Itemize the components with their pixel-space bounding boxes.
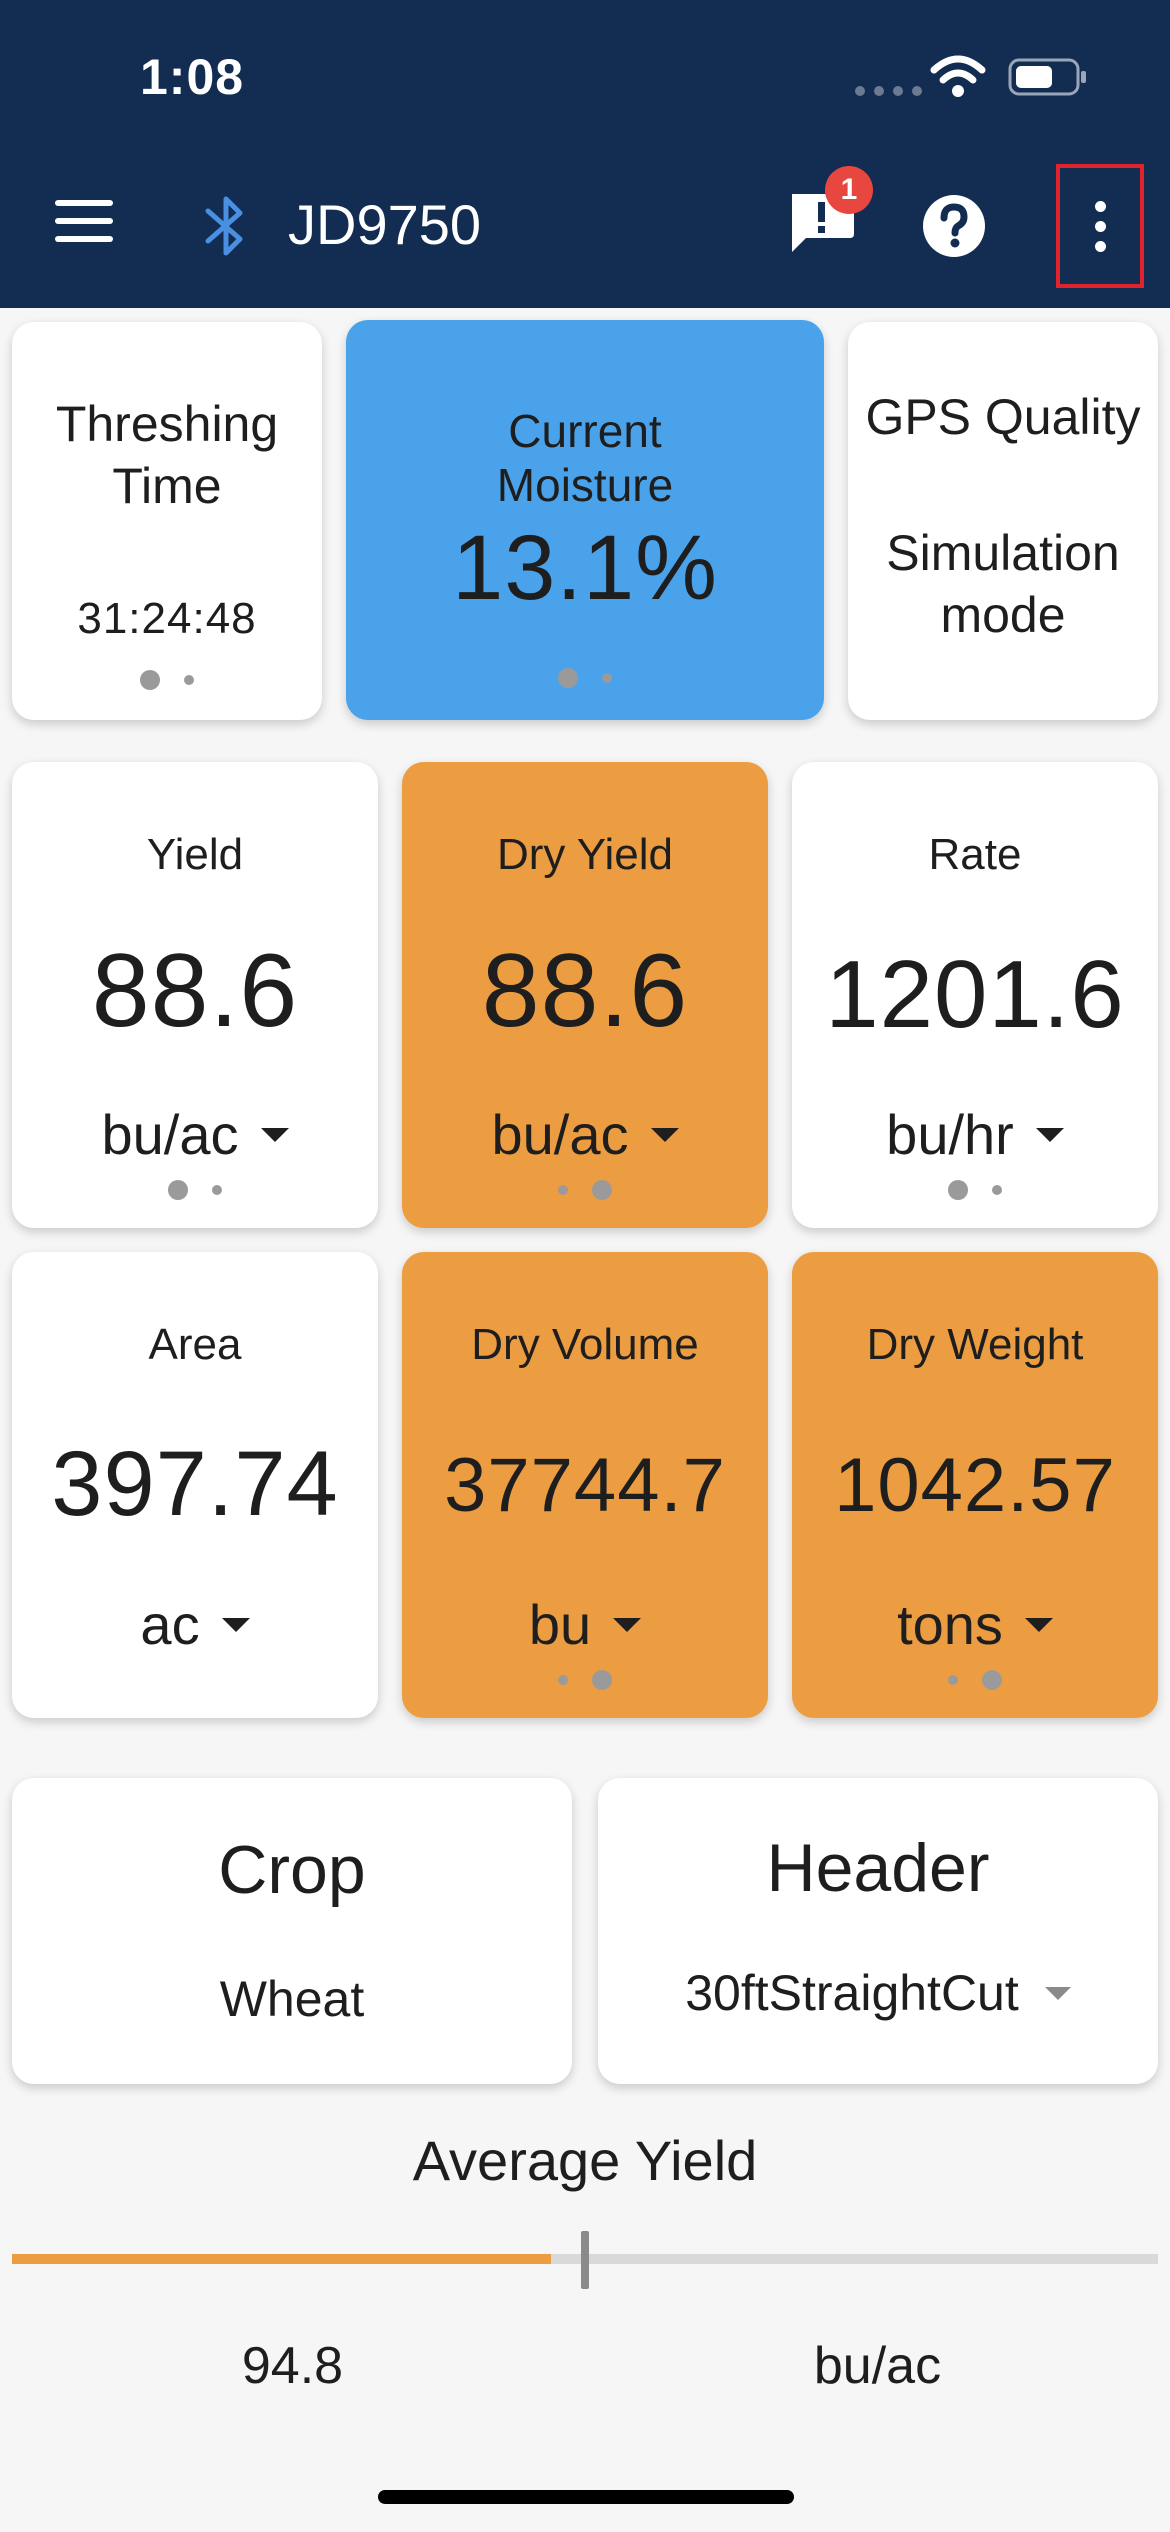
header-dropdown[interactable]: 30ftStraightCut [598,1964,1158,2022]
rate-value: 1201.6 [825,941,1125,1048]
dry-weight-unit: tons [897,1593,1003,1656]
average-yield-title: Average Yield [412,2129,758,2192]
dry-volume-title: Dry Volume [471,1320,699,1369]
card-pager [12,1180,378,1200]
rate-title: Rate [928,830,1022,879]
dry-volume-value: 37744.7 [444,1443,726,1528]
crop-card[interactable]: Crop Wheat [12,1778,572,2084]
yield-value: 88.6 [91,933,299,1049]
dry-yield-card[interactable]: Dry Yield 88.6 bu/ac [402,762,768,1228]
help-icon[interactable] [922,194,986,258]
caret-down-icon [650,1127,679,1142]
dry-volume-unit-dropdown[interactable]: bu [402,1592,768,1657]
dry-yield-unit: bu/ac [491,1103,629,1166]
status-time: 1:08 [140,49,245,105]
home-indicator[interactable] [378,2490,794,2504]
yield-title: Yield [146,830,244,879]
cellular-signal-icon [855,86,922,96]
crop-title: Crop [218,1832,366,1908]
more-options-button[interactable] [1056,164,1144,288]
average-yield-value: 94.8 [241,2337,344,2395]
gps-title: GPS Quality [865,389,1141,445]
bluetooth-icon [205,196,243,256]
card-pager [402,1180,768,1200]
app-bar: 1:08 JD9750 1 [0,0,1170,308]
threshing-title-line2: Time [112,458,222,514]
card-pager [792,1180,1158,1200]
caret-down-icon [1044,1986,1071,2000]
dry-volume-card[interactable]: Dry Volume 37744.7 bu [402,1252,768,1718]
yield-unit-dropdown[interactable]: bu/ac [12,1102,378,1167]
average-yield-unit: bu/ac [813,2337,942,2395]
rate-unit: bu/hr [886,1103,1014,1166]
card-pager [12,670,322,690]
caret-down-icon [1035,1127,1064,1142]
dry-weight-unit-dropdown[interactable]: tons [792,1592,1158,1657]
battery-icon [1008,58,1086,96]
area-value: 397.74 [51,1433,339,1535]
card-pager [346,668,824,688]
dry-weight-title: Dry Weight [866,1320,1084,1369]
card-pager [402,1670,768,1690]
slider-fill [12,2254,551,2264]
area-title: Area [148,1320,242,1369]
area-unit: ac [140,1593,200,1656]
dry-volume-unit: bu [528,1593,592,1656]
device-name[interactable]: JD9750 [288,192,481,257]
moisture-value: 13.1% [452,517,718,619]
dry-yield-title: Dry Yield [496,830,674,879]
moisture-title-line1: Current [508,405,662,457]
rate-unit-dropdown[interactable]: bu/hr [792,1102,1158,1167]
more-vert-icon [1094,200,1106,212]
dry-weight-value: 1042.57 [834,1443,1116,1528]
threshing-time-value: 31:24:48 [77,594,257,643]
card-pager [792,1670,1158,1690]
caret-down-icon [260,1127,289,1142]
slider-thumb[interactable] [581,2231,589,2289]
moisture-title-line2: Moisture [496,459,674,511]
caret-down-icon [221,1617,250,1632]
caret-down-icon [1024,1617,1053,1632]
header-title: Header [766,1830,990,1906]
header-value: 30ftStraightCut [685,1965,1019,2021]
wifi-icon [930,55,986,97]
dry-yield-value: 88.6 [481,933,689,1049]
threshing-title-line1: Threshing [55,396,279,452]
area-unit-dropdown[interactable]: ac [12,1592,378,1657]
yield-card[interactable]: Yield 88.6 bu/ac [12,762,378,1228]
current-moisture-card[interactable]: Current Moisture 13.1% [346,320,824,720]
area-card[interactable]: Area 397.74 ac [12,1252,378,1718]
menu-icon[interactable] [55,200,113,242]
rate-card[interactable]: Rate 1201.6 bu/hr [792,762,1158,1228]
crop-value: Wheat [219,1971,365,2027]
dry-yield-unit-dropdown[interactable]: bu/ac [402,1102,768,1167]
header-card[interactable]: Header 30ftStraightCut [598,1778,1158,2084]
caret-down-icon [613,1617,642,1632]
alert-count-badge: 1 [825,166,873,214]
dry-weight-card[interactable]: Dry Weight 1042.57 tons [792,1252,1158,1718]
gps-value-line1: Simulation [886,525,1120,581]
gps-value-line2: mode [940,587,1066,643]
threshing-time-card[interactable]: Threshing Time 31:24:48 [12,322,322,720]
yield-unit: bu/ac [101,1103,239,1166]
gps-quality-card[interactable]: GPS Quality Simulation mode [848,322,1158,720]
